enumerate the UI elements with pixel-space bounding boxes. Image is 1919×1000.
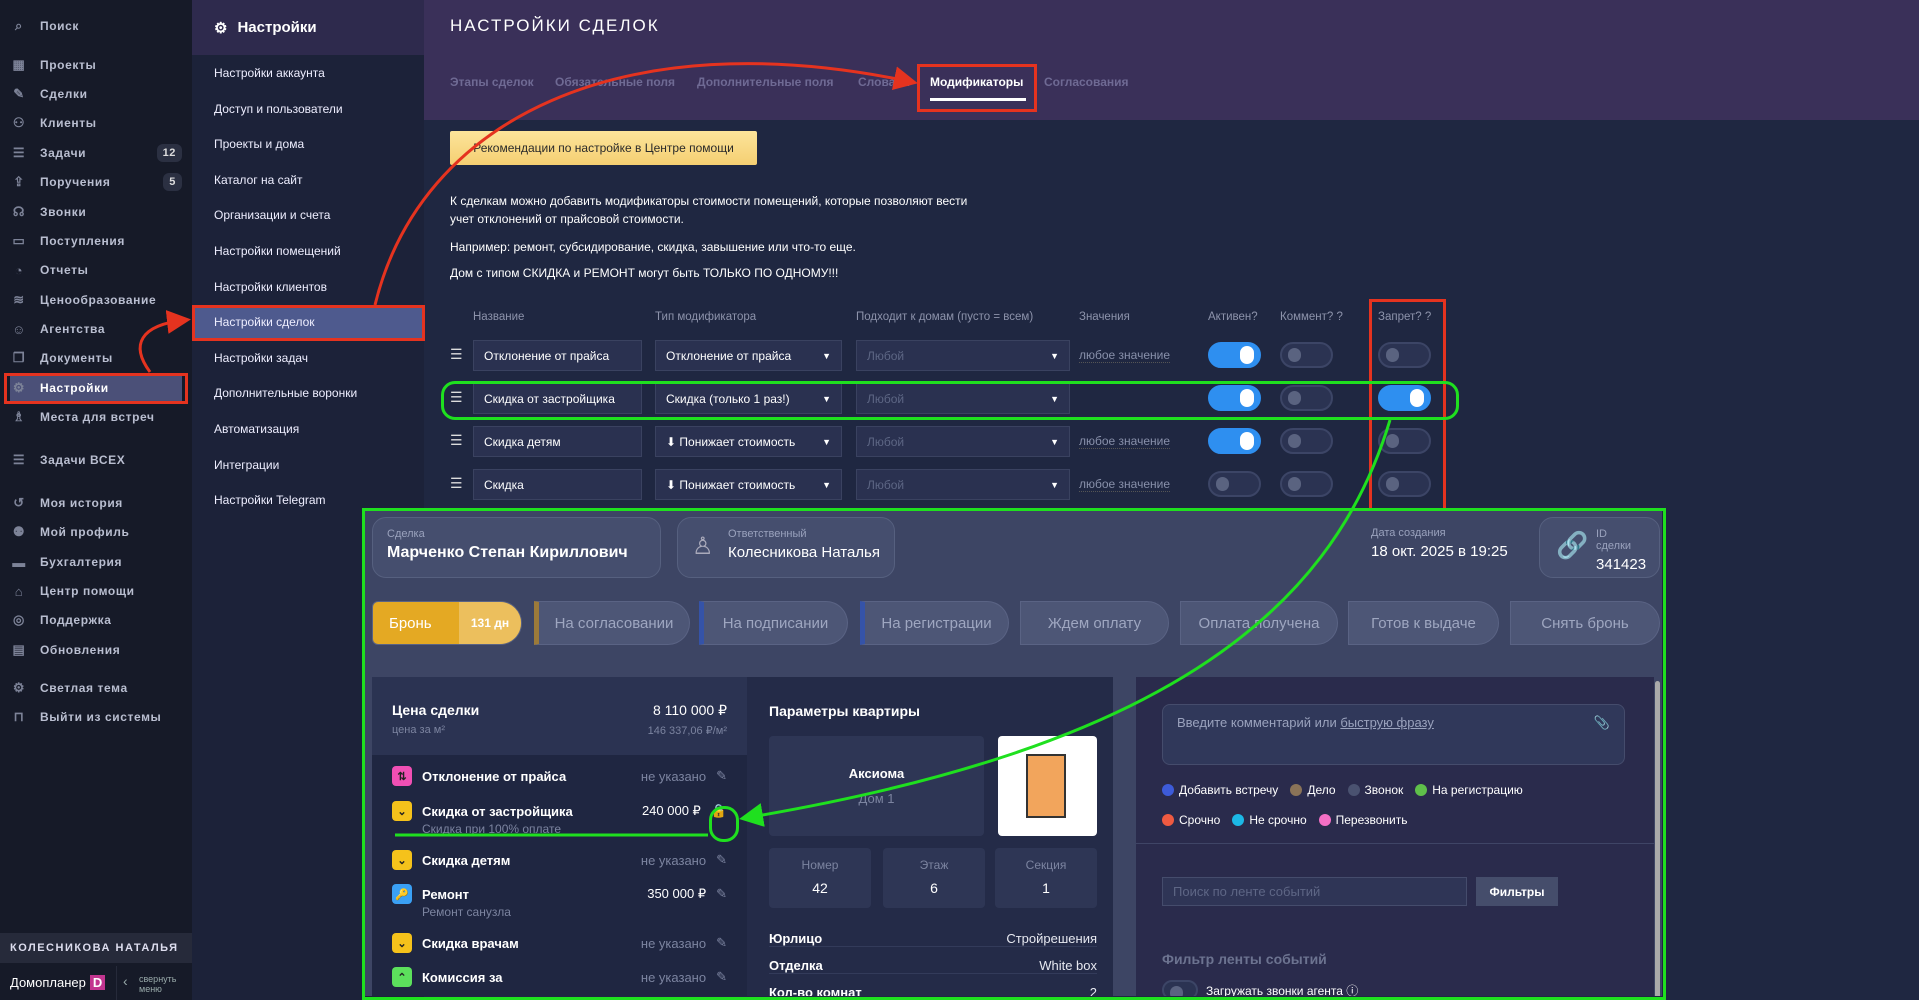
annotation-arrows bbox=[138, 62, 1392, 837]
